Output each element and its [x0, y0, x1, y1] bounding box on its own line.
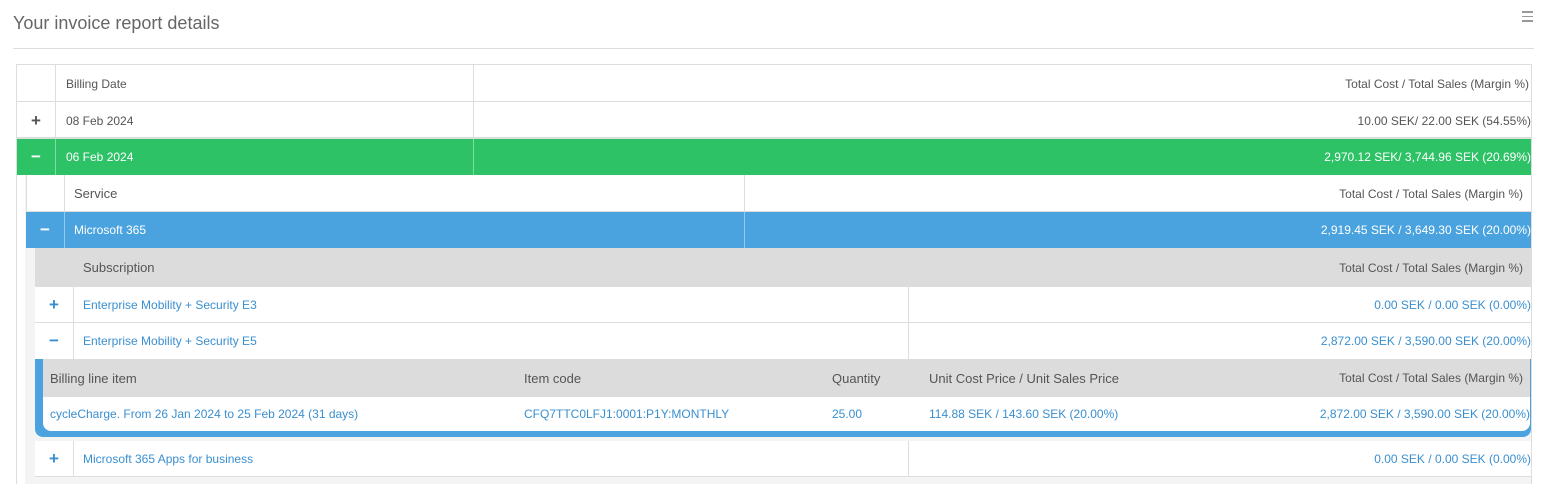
col-subscription: Subscription [83, 260, 155, 275]
page-title: Your invoice report details [13, 13, 220, 33]
col-billing-line-item: Billing line item [50, 370, 137, 386]
row-unit-price: 114.88 SEK / 143.60 SEK (20.00%) [929, 407, 1119, 421]
row-billing-date: 06 Feb 2024 [66, 150, 134, 164]
dates-table-header: Billing Date Total Cost / Total Sales (M… [17, 65, 1531, 102]
subscription-row[interactable]: + Enterprise Mobility + Security E3 0.00… [35, 287, 1531, 323]
row-total: 0.00 SEK / 0.00 SEK (0.00%) [1374, 298, 1531, 312]
collapse-icon[interactable]: − [17, 139, 55, 175]
services-table-header: Service Total Cost / Total Sales (Margin… [26, 175, 1531, 212]
header-divider [13, 48, 1534, 49]
collapse-icon[interactable]: − [35, 323, 73, 359]
hamburger-menu-icon[interactable] [1518, 8, 1536, 24]
subscription-row-expanded[interactable]: − Enterprise Mobility + Security E5 2,87… [35, 323, 1531, 359]
row-quantity: 25.00 [832, 407, 863, 421]
row-total: 10.00 SEK/ 22.00 SEK (54.55%) [1357, 113, 1531, 128]
row-total: 2,872.00 SEK / 3,590.00 SEK (20.00%) [1319, 407, 1530, 421]
line-item-row[interactable]: cycleCharge. From 26 Jan 2024 to 25 Feb … [43, 397, 1530, 431]
col-unit-price: Unit Cost Price / Unit Sales Price [929, 370, 1120, 386]
col-total: Total Cost / Total Sales (Margin %) [1345, 76, 1529, 91]
expand-icon[interactable]: + [17, 102, 55, 139]
collapse-icon[interactable]: − [26, 212, 64, 248]
col-service: Service [74, 186, 118, 201]
row-subscription-name: Enterprise Mobility + Security E3 [83, 298, 257, 312]
row-subscription-name: Microsoft 365 Apps for business [83, 452, 254, 466]
expand-icon[interactable]: + [35, 287, 73, 323]
row-billing-date: 08 Feb 2024 [66, 113, 134, 128]
line-items-panel: Billing line item Item code Quantity Uni… [35, 359, 1531, 437]
row-service-name: Microsoft 365 [74, 223, 147, 237]
subscription-row[interactable]: + Microsoft 365 Apps for business 0.00 S… [35, 441, 1531, 477]
col-quantity: Quantity [832, 370, 881, 386]
subscriptions-table-header: Subscription Total Cost / Total Sales (M… [35, 248, 1531, 287]
expand-icon[interactable]: + [35, 441, 73, 477]
table-row[interactable]: + 08 Feb 2024 10.00 SEK/ 22.00 SEK (54.5… [17, 102, 1531, 139]
col-total: Total Cost / Total Sales (Margin %) [1339, 371, 1523, 385]
service-row-active[interactable]: − Microsoft 365 2,919.45 SEK / 3,649.30 … [26, 212, 1531, 248]
col-total: Total Cost / Total Sales (Margin %) [1339, 186, 1523, 201]
services-panel: Service Total Cost / Total Sales (Margin… [25, 175, 1531, 484]
row-item-code: CFQ7TTC0LFJ1:0001:P1Y:MONTHLY [524, 407, 730, 421]
invoice-report-table: Billing Date Total Cost / Total Sales (M… [16, 64, 1532, 484]
col-billing-date: Billing Date [66, 76, 127, 91]
col-total: Total Cost / Total Sales (Margin %) [1339, 260, 1523, 275]
row-total: 2,970.12 SEK/ 3,744.96 SEK (20.69%) [1324, 150, 1531, 164]
row-line-item: cycleCharge. From 26 Jan 2024 to 25 Feb … [50, 407, 359, 421]
row-subscription-name: Enterprise Mobility + Security E5 [83, 334, 257, 348]
line-items-table-header: Billing line item Item code Quantity Uni… [43, 359, 1530, 397]
row-total: 2,872.00 SEK / 3,590.00 SEK (20.00%) [1320, 334, 1531, 348]
table-row-active[interactable]: − 06 Feb 2024 2,970.12 SEK/ 3,744.96 SEK… [17, 139, 1531, 175]
col-item-code: Item code [524, 370, 582, 386]
row-total: 2,919.45 SEK / 3,649.30 SEK (20.00%) [1320, 223, 1531, 237]
row-total: 0.00 SEK / 0.00 SEK (0.00%) [1374, 452, 1531, 466]
